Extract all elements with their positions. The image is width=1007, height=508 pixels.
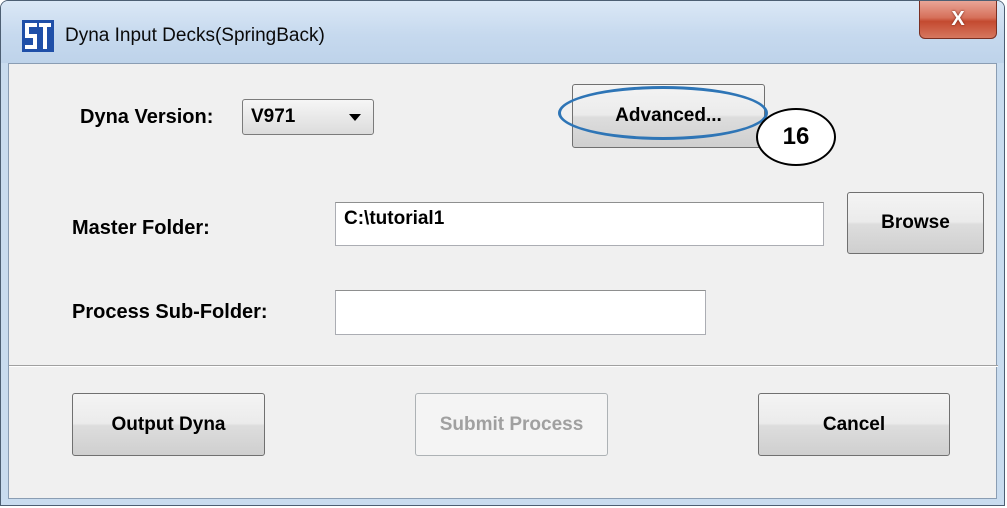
window-title: Dyna Input Decks(SpringBack) bbox=[65, 25, 325, 46]
submit-process-button[interactable]: Submit Process bbox=[415, 393, 608, 456]
dyna-version-label: Dyna Version: bbox=[80, 106, 214, 128]
output-dyna-label: Output Dyna bbox=[111, 413, 226, 435]
close-icon: X bbox=[951, 8, 965, 30]
close-button[interactable]: X bbox=[919, 1, 997, 39]
highlight-ellipse bbox=[558, 86, 768, 140]
master-folder-label: Master Folder: bbox=[72, 217, 210, 239]
process-subfolder-input[interactable] bbox=[335, 290, 706, 335]
dialog-window: Dyna Input Decks(SpringBack) X Dyna Vers… bbox=[0, 0, 1005, 506]
output-dyna-button[interactable]: Output Dyna bbox=[72, 393, 265, 456]
title-bar[interactable]: Dyna Input Decks(SpringBack) X bbox=[1, 1, 1004, 63]
cancel-button[interactable]: Cancel bbox=[758, 393, 950, 456]
browse-button[interactable]: Browse bbox=[847, 192, 984, 254]
dyna-version-select[interactable]: V971 bbox=[242, 99, 374, 135]
dyna-version-value: V971 bbox=[251, 106, 296, 127]
browse-button-label: Browse bbox=[881, 212, 950, 233]
step-callout: 16 bbox=[756, 108, 836, 166]
cancel-button-label: Cancel bbox=[822, 413, 886, 435]
master-folder-input[interactable]: C:\tutorial1 bbox=[335, 202, 824, 246]
process-subfolder-label: Process Sub-Folder: bbox=[72, 301, 268, 323]
divider bbox=[9, 365, 998, 367]
chevron-down-icon bbox=[349, 114, 361, 121]
callout-number: 16 bbox=[782, 123, 810, 150]
app-logo-icon bbox=[22, 20, 54, 52]
submit-process-label: Submit Process bbox=[439, 413, 584, 435]
